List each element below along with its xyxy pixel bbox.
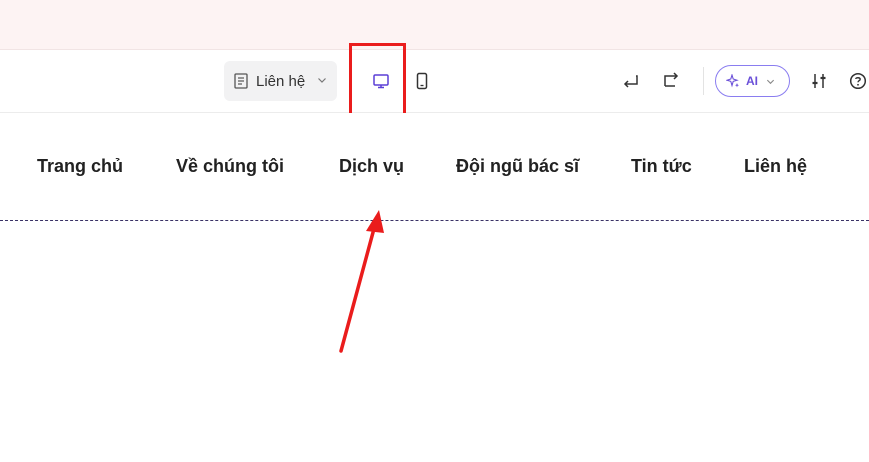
chevron-down-icon bbox=[317, 75, 327, 85]
page-select-label: Liên hệ bbox=[256, 72, 306, 90]
nav-item-about[interactable]: Về chúng tôi bbox=[176, 156, 284, 177]
nav-item-doctors[interactable]: Đội ngũ bác sĩ bbox=[456, 156, 579, 177]
nav-item-services[interactable]: Dịch vụ bbox=[339, 156, 404, 177]
editor-toolbar: Liên hệ AI bbox=[0, 50, 869, 113]
chevron-down-icon bbox=[766, 77, 775, 86]
help-icon bbox=[849, 72, 867, 90]
page-icon bbox=[234, 73, 248, 89]
page-select-dropdown[interactable]: Liên hệ bbox=[224, 61, 337, 101]
site-nav-menu: Trang chủ Về chúng tôi Dịch vụ Đội ngũ b… bbox=[0, 113, 869, 221]
help-button[interactable] bbox=[843, 66, 869, 96]
notice-bar bbox=[0, 0, 869, 50]
desktop-icon bbox=[372, 72, 390, 90]
mobile-icon bbox=[413, 72, 431, 90]
undo-button[interactable] bbox=[616, 66, 646, 96]
redo-button[interactable] bbox=[656, 66, 686, 96]
sliders-icon bbox=[810, 72, 828, 90]
page-canvas: Trang chủ Về chúng tôi Dịch vụ Đội ngũ b… bbox=[0, 113, 869, 462]
nav-item-contact[interactable]: Liên hệ bbox=[744, 156, 807, 177]
ai-assistant-button[interactable]: AI bbox=[715, 65, 790, 97]
nav-item-home[interactable]: Trang chủ bbox=[37, 156, 123, 177]
undo-icon bbox=[622, 72, 640, 90]
section-divider bbox=[0, 220, 869, 221]
toolbar-divider bbox=[703, 67, 704, 95]
sparkle-icon bbox=[726, 74, 740, 88]
nav-item-news[interactable]: Tin tức bbox=[631, 156, 692, 177]
style-settings-button[interactable] bbox=[804, 66, 834, 96]
desktop-view-button[interactable] bbox=[366, 66, 396, 96]
ai-button-label: AI bbox=[746, 74, 758, 88]
redo-icon bbox=[662, 72, 680, 90]
mobile-view-button[interactable] bbox=[407, 66, 437, 96]
